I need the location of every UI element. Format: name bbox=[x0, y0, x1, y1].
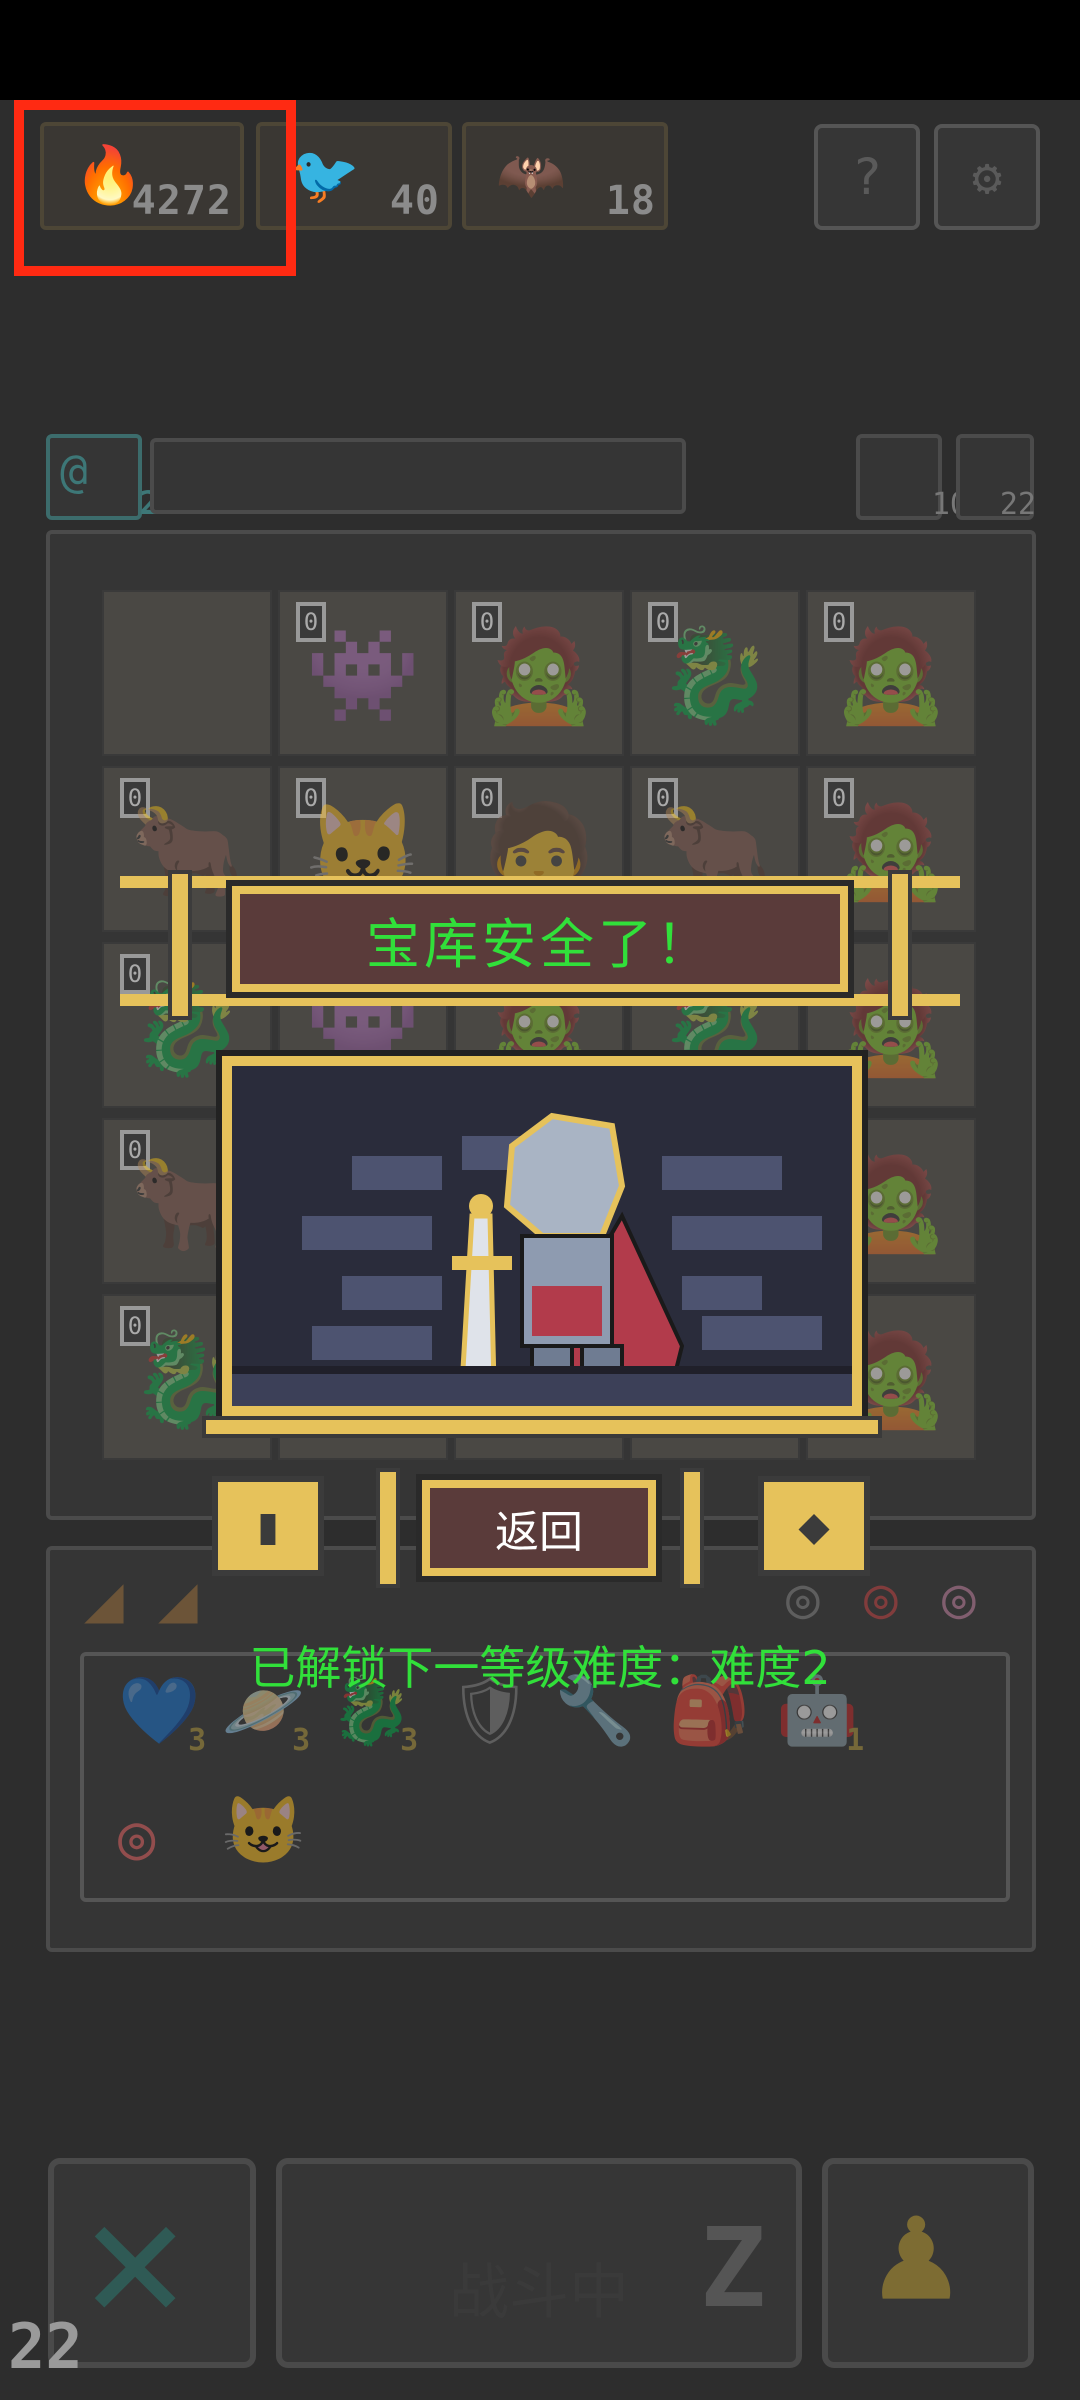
question-icon: ? bbox=[851, 148, 883, 206]
settings-button[interactable]: ⚙ bbox=[934, 124, 1040, 230]
frame-base bbox=[202, 1416, 882, 1438]
back-post-right bbox=[680, 1468, 704, 1588]
keyhole-button[interactable]: ▮ bbox=[212, 1476, 324, 1576]
knight-illustration bbox=[222, 1056, 862, 1416]
help-button[interactable]: ? bbox=[814, 124, 920, 230]
left-counter-button[interactable]: 10 bbox=[856, 434, 968, 522]
grid-cell[interactable]: 0🧟 bbox=[806, 590, 976, 756]
item-count: 3 bbox=[292, 1723, 311, 1758]
gear-icon: ⚙ bbox=[971, 148, 1003, 206]
monster-icon: 🐉 bbox=[657, 622, 773, 729]
spirit-icon: 🐦 bbox=[290, 143, 360, 208]
banner-title: 宝库安全了！ bbox=[366, 912, 714, 976]
right-count: 22 bbox=[999, 487, 1036, 522]
item-count: 3 bbox=[400, 1723, 419, 1758]
gem-icon: ◆ bbox=[798, 1496, 830, 1556]
close-icon: ✕ bbox=[84, 2160, 187, 2358]
banner-post-right bbox=[888, 870, 912, 1020]
progress-bar bbox=[150, 438, 686, 514]
demon-icon: 🦇 bbox=[496, 143, 566, 208]
status-bar bbox=[0, 0, 1080, 100]
gold-piece-icon: ◢ bbox=[84, 1560, 124, 1637]
grid-cell[interactable]: 0👾 bbox=[278, 590, 448, 756]
monster-icon: 🧟 bbox=[833, 622, 949, 729]
highlight-box bbox=[14, 100, 296, 276]
ring-pink-icon: ◎ bbox=[942, 1566, 976, 1631]
monster-icon: 🧟 bbox=[481, 622, 597, 729]
right-counter-button[interactable]: 22 bbox=[956, 434, 1036, 522]
fight-button[interactable]: 战斗中 Z bbox=[276, 2158, 802, 2368]
item-count: 3 bbox=[188, 1723, 207, 1758]
target-icon: ◎ bbox=[118, 1800, 156, 1873]
unlock-message: 已解锁下一等级难度：难度2 bbox=[249, 1641, 831, 1695]
pawn-button[interactable]: ♟ bbox=[822, 2158, 1034, 2368]
mail-button[interactable]: @ 27 bbox=[46, 434, 178, 522]
monster-icon: 👾 bbox=[305, 622, 421, 729]
pawn-icon: ♟ bbox=[874, 2170, 959, 2333]
back-label: 返回 bbox=[495, 1507, 583, 1558]
item-count: 1 bbox=[846, 1723, 865, 1758]
gem-button[interactable]: ◆ bbox=[758, 1476, 870, 1576]
grid-cell[interactable]: 0🧟 bbox=[454, 590, 624, 756]
gold-piece-icon-2: ◢ bbox=[158, 1560, 198, 1637]
at-icon: @ bbox=[60, 444, 88, 498]
demon-resource[interactable]: 🦇 18 bbox=[462, 122, 668, 230]
knight-icon bbox=[452, 1112, 685, 1389]
back-post-left bbox=[376, 1468, 400, 1588]
grid-cell[interactable]: 0🐉 bbox=[630, 590, 800, 756]
spirit-count: 40 bbox=[389, 178, 440, 224]
stone-floor bbox=[232, 1366, 852, 1406]
sleep-icon: Z bbox=[699, 2204, 766, 2332]
demon-count: 18 bbox=[605, 178, 656, 224]
grid-cell[interactable] bbox=[102, 590, 272, 756]
banner-post-left bbox=[168, 870, 192, 1020]
result-banner: 宝库安全了！ bbox=[232, 886, 848, 992]
keyhole-icon: ▮ bbox=[252, 1496, 284, 1556]
cat-icon: 😺 bbox=[222, 1792, 305, 1869]
corner-number: 22 bbox=[8, 2310, 83, 2383]
back-button[interactable]: 返回 bbox=[422, 1480, 656, 1576]
